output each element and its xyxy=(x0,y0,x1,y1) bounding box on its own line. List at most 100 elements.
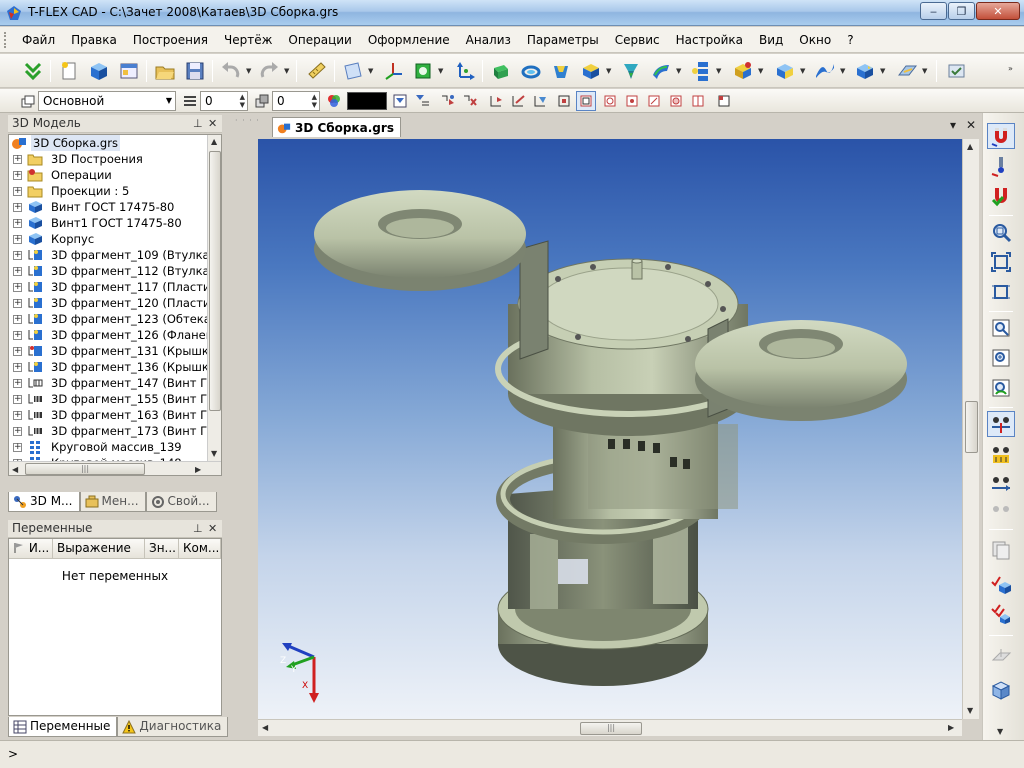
check-body-icon[interactable] xyxy=(987,571,1015,597)
sweep-dropdown-icon[interactable]: ▼ xyxy=(606,68,612,75)
filter-icon[interactable] xyxy=(390,91,410,111)
zoom-window-icon[interactable] xyxy=(987,219,1015,245)
menu-edit[interactable]: Правка xyxy=(63,29,125,51)
expand-icon[interactable]: + xyxy=(13,187,22,196)
view-cube-icon[interactable] xyxy=(987,677,1015,703)
menu-construct[interactable]: Построения xyxy=(125,29,216,51)
tree-item-root[interactable]: 3D Сборка.grs xyxy=(9,135,209,151)
snap-confirm-icon[interactable] xyxy=(987,183,1015,209)
tree-item[interactable]: + 3D фрагмент_147 (Винт ГОСТ xyxy=(9,375,209,391)
expand-icon[interactable]: + xyxy=(13,315,22,324)
rotation-icon[interactable] xyxy=(518,58,544,84)
scroll-up-icon[interactable]: ▲ xyxy=(967,142,973,151)
expand-icon[interactable]: + xyxy=(13,155,22,164)
select-vertex-icon[interactable] xyxy=(486,91,506,111)
insert-fragment-icon[interactable] xyxy=(730,58,756,84)
expand-icon[interactable]: + xyxy=(13,363,22,372)
sheet-metal-icon[interactable] xyxy=(894,58,920,84)
undo-dropdown-icon[interactable]: ▼ xyxy=(246,68,252,75)
check-multiple-bodies-icon[interactable] xyxy=(987,601,1015,627)
filter-list-icon[interactable] xyxy=(412,91,432,111)
copy-view-icon[interactable] xyxy=(987,537,1015,563)
menu-parameters[interactable]: Параметры xyxy=(519,29,607,51)
menu-window[interactable]: Окно xyxy=(791,29,839,51)
tree-item[interactable]: + Винт1 ГОСТ 17475-80 xyxy=(9,215,209,231)
zoom-icon[interactable] xyxy=(987,315,1015,341)
sweep-icon[interactable] xyxy=(578,58,604,84)
tree-hscroll-thumb[interactable]: ||| xyxy=(25,463,145,475)
zoom-extents-icon[interactable] xyxy=(987,279,1015,305)
select-face-icon[interactable] xyxy=(530,91,550,111)
menu-view[interactable]: Вид xyxy=(751,29,791,51)
menu-file[interactable]: Файл xyxy=(14,29,63,51)
undo-icon[interactable] xyxy=(218,58,244,84)
select-loop-icon[interactable] xyxy=(554,91,574,111)
tree-item[interactable]: + 3D фрагмент_131 (Крышка+кр xyxy=(9,343,209,359)
expand-icon[interactable]: + xyxy=(13,203,22,212)
tree-item[interactable]: + 3D Построения xyxy=(9,151,209,167)
lcs-axes-icon[interactable] xyxy=(380,58,406,84)
color-palette-icon[interactable] xyxy=(324,91,344,111)
viewport-vscroll-thumb[interactable] xyxy=(965,401,978,453)
close-document-icon[interactable]: ✕ xyxy=(966,118,976,132)
loft-icon[interactable] xyxy=(548,58,574,84)
orbit-view-icon[interactable] xyxy=(987,471,1015,497)
tree-item[interactable]: + 3D фрагмент_123 (Обтекатель xyxy=(9,311,209,327)
select-axis-icon[interactable] xyxy=(688,91,708,111)
extrude-icon[interactable] xyxy=(488,58,514,84)
menu-settings[interactable]: Настройка xyxy=(668,29,751,51)
tree-item[interactable]: + 3D фрагмент_126 (Фланец.grs xyxy=(9,327,209,343)
tree-horizontal-scrollbar[interactable]: ◀ ||| ▶ xyxy=(9,461,221,475)
maximize-button[interactable]: ❐ xyxy=(948,2,975,20)
tree-scroll-thumb[interactable] xyxy=(209,151,221,411)
tree-item[interactable]: + 3D фрагмент_117 (Пластина.g xyxy=(9,279,209,295)
toolbar-overflow-icon[interactable]: » xyxy=(1008,64,1013,73)
surface-dropdown-icon[interactable]: ▼ xyxy=(840,68,846,75)
viewport-horizontal-scrollbar[interactable]: ◀ ||| ▶ xyxy=(258,719,962,736)
scroll-right-icon[interactable]: ▶ xyxy=(948,723,954,732)
expand-icon[interactable]: + xyxy=(13,283,22,292)
new-3d-model-icon[interactable] xyxy=(86,58,112,84)
expand-icon[interactable]: + xyxy=(13,267,22,276)
workplane-dropdown-icon[interactable]: ▼ xyxy=(368,68,374,75)
menu-service[interactable]: Сервис xyxy=(607,29,668,51)
select-mode-b-icon[interactable] xyxy=(460,91,480,111)
new-document-icon[interactable] xyxy=(56,58,82,84)
layer-select[interactable]: Основной ▼ xyxy=(38,91,176,111)
select-mode-a-icon[interactable] xyxy=(438,91,458,111)
sketch-profile-icon[interactable] xyxy=(410,58,436,84)
document-tab[interactable]: 3D Сборка.grs xyxy=(272,117,401,137)
rotate-view-icon[interactable] xyxy=(987,411,1015,437)
open-file-icon[interactable] xyxy=(152,58,178,84)
snap-magnet-icon[interactable] xyxy=(987,123,1015,149)
tree-item[interactable]: + Операции xyxy=(9,167,209,183)
tab-diagnostics[interactable]: Диагностика xyxy=(117,717,229,737)
tree-item[interactable]: + 3D фрагмент_173 (Винт ГОСТ xyxy=(9,423,209,439)
body-op-dropdown-icon[interactable]: ▼ xyxy=(800,68,806,75)
column-header-expression[interactable]: Выражение xyxy=(53,539,145,559)
close-panel-icon[interactable]: ✕ xyxy=(208,520,217,537)
tree-item[interactable]: + 3D фрагмент_163 (Винт ГОСТ xyxy=(9,407,209,423)
tree-vertical-scrollbar[interactable]: ▲ ▼ xyxy=(207,135,221,461)
tab-menu[interactable]: Мен... xyxy=(79,492,146,512)
scroll-up-icon[interactable]: ▲ xyxy=(211,137,217,146)
sheet-dropdown-icon[interactable]: ▼ xyxy=(922,68,928,75)
coordinate-system-icon[interactable] xyxy=(452,58,478,84)
shell-dropdown-icon[interactable]: ▼ xyxy=(880,68,886,75)
expand-icon[interactable]: + xyxy=(13,443,22,452)
select-projection-icon[interactable] xyxy=(666,91,686,111)
snap-point-icon[interactable] xyxy=(987,153,1015,179)
close-window-button[interactable]: ✕ xyxy=(976,2,1020,20)
redo-icon[interactable] xyxy=(256,58,282,84)
select-body-icon[interactable] xyxy=(576,91,596,111)
tree-item[interactable]: + 3D фрагмент_136 (Крышка+кр xyxy=(9,359,209,375)
expand-icon[interactable]: + xyxy=(13,299,22,308)
tab-3d-model[interactable]: 3D М... xyxy=(8,492,80,512)
expand-icon[interactable]: + xyxy=(13,411,22,420)
new-drawing-icon[interactable] xyxy=(116,58,142,84)
redo-dropdown-icon[interactable]: ▼ xyxy=(284,68,290,75)
confirm-chevron-icon[interactable] xyxy=(20,58,46,84)
tab-properties[interactable]: Свой... xyxy=(145,492,217,512)
pin-icon[interactable]: ⊥ xyxy=(193,115,203,132)
pan-view-icon[interactable] xyxy=(987,441,1015,467)
